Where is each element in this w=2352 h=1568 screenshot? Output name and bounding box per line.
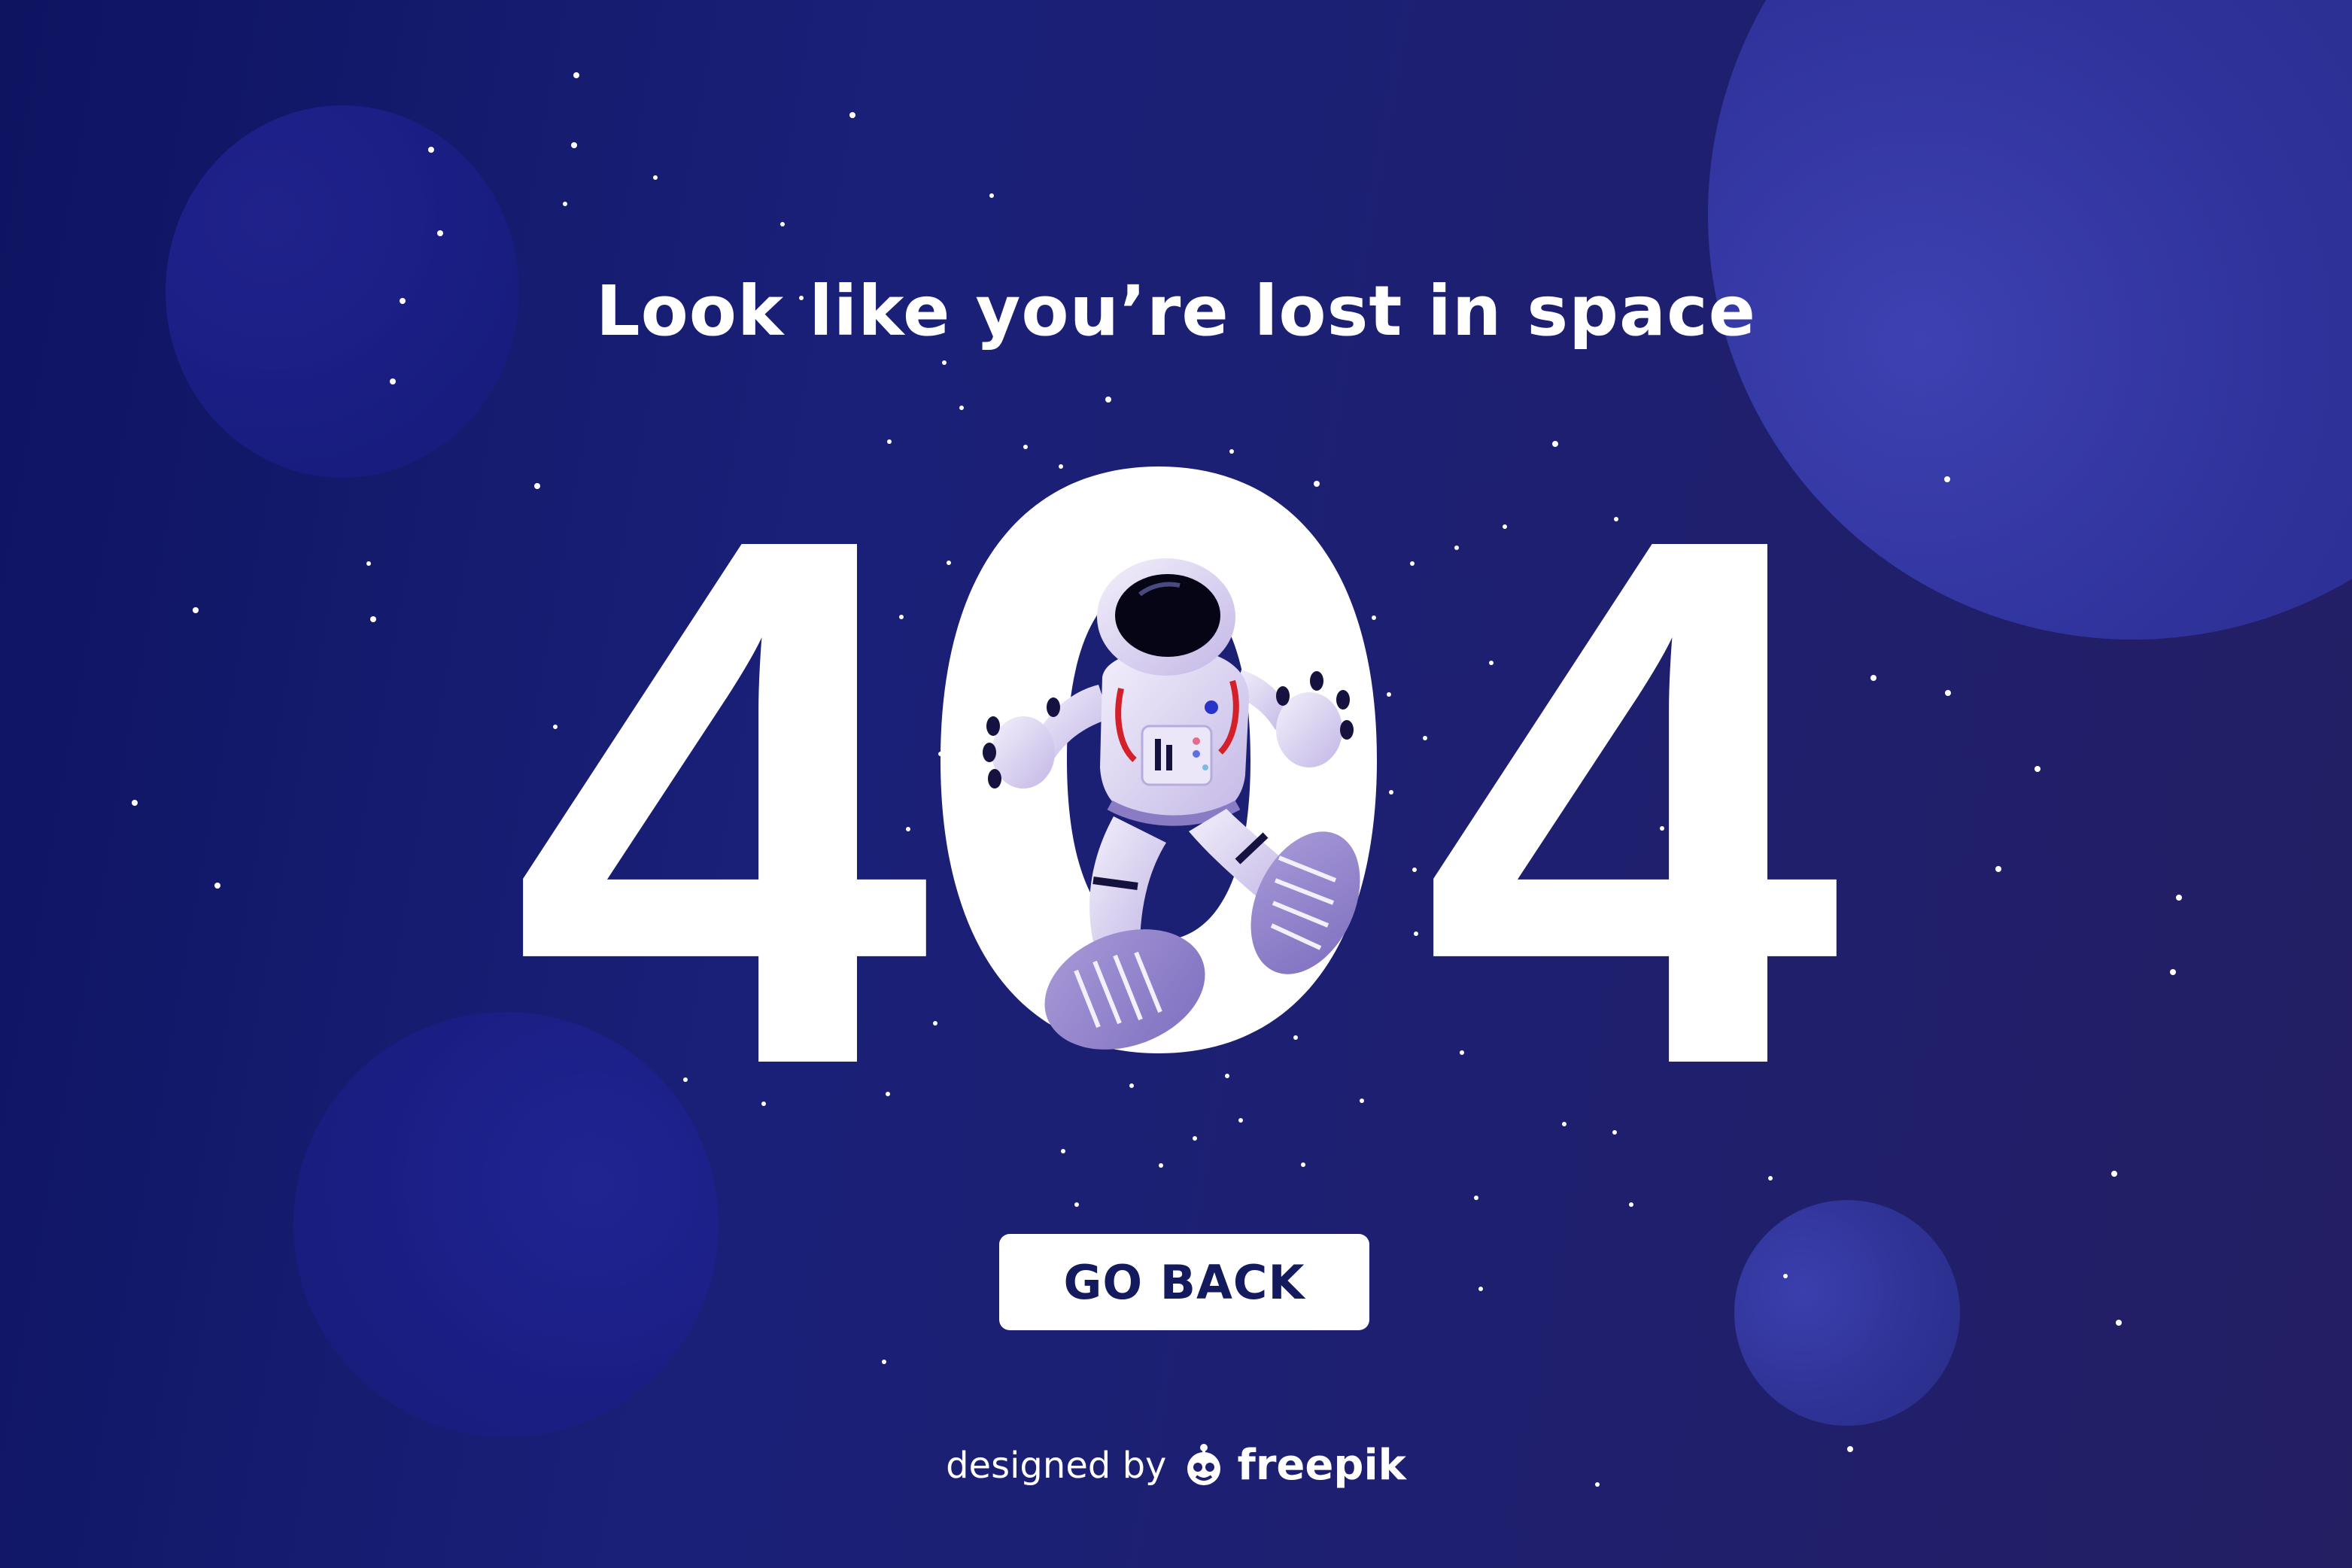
page-headline: Look like you’re lost in space [595, 271, 1757, 351]
credit-brand[interactable]: freepik [1237, 1441, 1405, 1490]
credit-prefix: designed by [946, 1444, 1167, 1487]
error-digit-first: 4 [512, 381, 931, 1221]
astronaut-illustration [983, 558, 1360, 1050]
error-digit-last: 4 [1422, 381, 1841, 1221]
not-found-page: Look like you’re lost in space 4 4 GO BA… [0, 0, 2352, 1568]
go-back-button[interactable]: GO BACK [999, 1234, 1369, 1330]
credit-line: designed by freepik [0, 1441, 2352, 1490]
freepik-logo-icon [1187, 1443, 1221, 1485]
